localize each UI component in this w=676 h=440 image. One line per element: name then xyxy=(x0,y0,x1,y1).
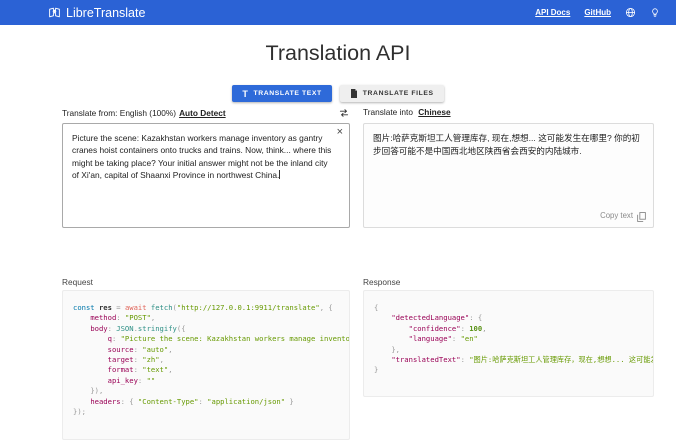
page-title: Translation API xyxy=(265,41,411,65)
mode-button-row: T TRANSLATE TEXT TRANSLATE FILES xyxy=(0,85,676,102)
brand[interactable]: LibreTranslate xyxy=(48,6,145,20)
request-code-block: const res = await fetch("http://127.0.0.… xyxy=(62,290,350,440)
translate-into-label: Translate into xyxy=(363,107,413,117)
source-text: Picture the scene: Kazakhstan workers ma… xyxy=(72,133,332,180)
libretranslate-logo-icon xyxy=(48,6,61,19)
lightbulb-icon[interactable] xyxy=(650,7,660,18)
clear-source-icon[interactable]: × xyxy=(337,127,343,138)
copy-icon xyxy=(637,211,646,222)
response-label: Response xyxy=(363,277,401,287)
file-icon xyxy=(350,89,358,98)
nav-link-github[interactable]: GitHub xyxy=(584,8,611,17)
response-code-block: { "detectedLanguage": { "confidence": 10… xyxy=(363,290,654,397)
brand-label: LibreTranslate xyxy=(66,5,146,20)
copy-text-button[interactable]: Copy text xyxy=(600,210,646,223)
auto-detect-link[interactable]: Auto Detect xyxy=(179,108,226,118)
translation-output: 图片:哈萨克斯坦工人管理库存, 现在,想想... 这可能发生在哪里? 你的初步回… xyxy=(363,123,654,228)
swap-languages-icon[interactable] xyxy=(338,107,350,119)
text-caret xyxy=(279,169,281,179)
target-language-link[interactable]: Chinese xyxy=(418,107,450,117)
translate-panels: Translate from: English (100%) Auto Dete… xyxy=(62,107,654,228)
translated-text: 图片:哈萨克斯坦工人管理库存, 现在,想想... 这可能发生在哪里? 你的初步回… xyxy=(373,133,640,156)
navbar: LibreTranslate API Docs GitHub xyxy=(0,0,676,25)
translate-from-label: Translate from: English (100%) xyxy=(62,108,177,118)
code-sections: Request const res = await fetch("http://… xyxy=(62,277,654,440)
source-text-input[interactable]: Picture the scene: Kazakhstan workers ma… xyxy=(62,123,350,228)
request-label: Request xyxy=(62,277,93,287)
globe-icon[interactable] xyxy=(625,7,636,18)
translate-text-button[interactable]: T TRANSLATE TEXT xyxy=(232,85,332,102)
nav-link-api-docs[interactable]: API Docs xyxy=(535,8,570,17)
text-icon: T xyxy=(242,88,249,99)
translate-files-button[interactable]: TRANSLATE FILES xyxy=(339,85,444,102)
